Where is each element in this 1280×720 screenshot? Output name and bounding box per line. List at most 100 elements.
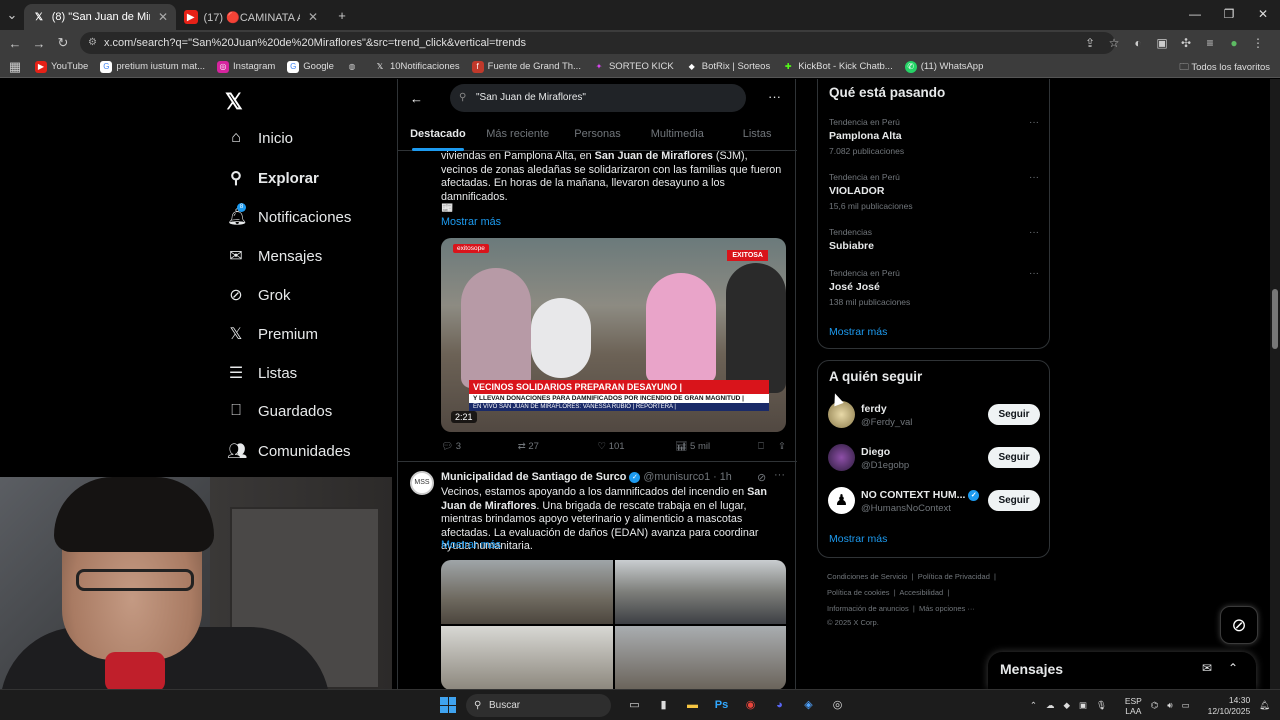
app-tray-icon[interactable]: ▣ — [1079, 700, 1087, 711]
footer-link[interactable]: Condiciones de Servicio — [827, 572, 907, 581]
grok-floating-button[interactable]: ⊘ — [1220, 606, 1258, 644]
app-tray-icon[interactable]: ◆ — [1063, 700, 1070, 711]
trends-show-more[interactable]: Mostrar más — [829, 326, 887, 338]
all-bookmarks-folder[interactable]: 🗀 Todos los favoritos — [1179, 60, 1270, 76]
trend-item[interactable]: Tendencia en Perú José José 138 mil publ… — [829, 268, 1039, 307]
avatar[interactable] — [828, 444, 855, 471]
nav-item-listas[interactable]: ☰ Listas — [227, 363, 297, 383]
chevron-up-icon[interactable]: ⌃ — [1228, 661, 1238, 675]
more-options-icon[interactable]: ··· — [774, 469, 785, 481]
browser-tab-x[interactable]: 𝕏 (8) "San Juan de Miraflores" - B ✕ — [24, 4, 176, 30]
tab-search-icon[interactable]: ⌄ — [0, 7, 24, 23]
footer-link[interactable]: Accesibilidad — [899, 588, 943, 597]
file-explorer-icon[interactable]: ▬ — [678, 695, 707, 716]
restore-icon[interactable]: ❐ — [1212, 0, 1246, 30]
install-app-icon[interactable]: ⇪ — [1078, 36, 1102, 50]
bookmark-10notificaciones[interactable]: 𝕏 10Notificaciones — [374, 61, 460, 73]
app-icon[interactable]: ▮ — [649, 695, 678, 716]
back-arrow-icon[interactable]: ← — [410, 91, 423, 106]
extension-icon[interactable]: ◐ — [1126, 36, 1150, 50]
apps-grid-icon[interactable]: ▦ — [3, 59, 27, 75]
new-tab-button[interactable]: + — [330, 8, 354, 23]
post-1-show-more[interactable]: Mostrar más — [441, 216, 501, 228]
windows-start-icon[interactable] — [440, 697, 456, 713]
footer-link[interactable]: Política de cookies — [827, 588, 890, 597]
avatar[interactable]: MSS — [410, 471, 434, 495]
extension-icon[interactable]: ▣ — [1150, 36, 1174, 50]
notifications-icon[interactable]: 🔔︎ — [1259, 700, 1270, 711]
footer-link[interactable]: Información de anuncios — [827, 604, 909, 613]
follow-suggestion[interactable]: ferdy @Ferdy_val Seguir — [828, 401, 1040, 431]
follow-suggestion[interactable]: ♟ NO CONTEXT HUM... ✓ @HumansNoContext S… — [828, 487, 1040, 517]
nav-item-guardados[interactable]: ⎕ Guardados — [227, 402, 332, 420]
nav-item-notificaciones[interactable]: 🔔︎ 8 Notificaciones — [227, 203, 351, 227]
bookmark-icon[interactable]: ⎕ — [758, 441, 778, 452]
scrollbar-thumb[interactable] — [1272, 289, 1278, 349]
trend-item[interactable]: Tendencia en Perú VIOLADOR 15,6 mil publ… — [829, 172, 1039, 211]
chevron-up-icon[interactable]: ⌃ — [1030, 700, 1037, 711]
reload-icon[interactable]: ↻ — [51, 35, 75, 51]
bookmark-google[interactable]: G Google — [287, 60, 334, 73]
browser-tab-youtube[interactable]: ▶ (17) 🔴CAMINATA A PALACIO ✕ — [176, 4, 326, 30]
post-photo[interactable] — [441, 626, 613, 689]
trend-item[interactable]: Tendencias Subiabre ··· — [829, 227, 1039, 252]
language-indicator[interactable]: ESP LAA — [1116, 696, 1142, 716]
footer-link[interactable]: Política de Privacidad — [918, 572, 990, 581]
more-options-icon[interactable]: ··· — [1029, 268, 1039, 279]
post-2-show-more[interactable]: Mostrar más — [441, 539, 501, 551]
tab-mas-reciente[interactable]: Más reciente — [478, 121, 558, 150]
close-icon[interactable]: ✕ — [158, 10, 168, 24]
share-icon[interactable]: ⇪ — [778, 441, 786, 452]
profile-avatar-icon[interactable]: ● — [1222, 36, 1246, 50]
bookmark-youtube[interactable]: ▶ YouTube — [35, 60, 88, 73]
clock[interactable]: 14:30 12/10/2025 — [1199, 695, 1251, 717]
menu-dots-icon[interactable]: ⋮ — [1246, 36, 1270, 50]
bookmark-star-icon[interactable]: ☆ — [1102, 36, 1126, 50]
bookmark-instagram[interactable]: ◎ Instagram — [217, 60, 275, 73]
follow-suggestion[interactable]: Diego @D1egobp Seguir — [828, 444, 1040, 474]
tab-personas[interactable]: Personas — [558, 121, 638, 150]
search-input[interactable]: ⚲ "San Juan de Miraflores" — [450, 84, 746, 112]
bookmark-kickbot[interactable]: ✚ KickBot - Kick Chatb... — [782, 61, 893, 73]
forward-icon[interactable]: → — [27, 36, 51, 51]
cloud-icon[interactable]: ☁ — [1046, 700, 1055, 711]
x-logo-icon[interactable]: 𝕏 — [225, 89, 243, 115]
trend-item[interactable]: Tendencia en Perú Pamplona Alta 7.082 pu… — [829, 117, 1039, 156]
follow-show-more[interactable]: Mostrar más — [829, 533, 887, 545]
tab-destacado[interactable]: Destacado — [398, 121, 478, 151]
footer-link[interactable]: Más opciones ··· — [919, 604, 975, 613]
bookmark-sorteo-kick[interactable]: ✦ SORTEO KICK — [593, 61, 674, 73]
avatar[interactable]: ♟ — [828, 487, 855, 514]
more-options-icon[interactable]: ··· — [1029, 117, 1039, 128]
address-bar[interactable]: ⚙ x.com/search?q="San%20Juan%20de%20Mira… — [80, 32, 1115, 54]
post-photo[interactable] — [441, 560, 613, 624]
taskbar-search[interactable]: ⚲ Buscar — [466, 694, 611, 717]
nav-item-grok[interactable]: ⊘ Grok — [227, 285, 290, 305]
more-options-icon[interactable]: ··· — [1029, 172, 1039, 183]
extensions-puzzle-icon[interactable]: ✣ — [1174, 36, 1198, 50]
site-info-icon[interactable]: ⚙ — [88, 32, 97, 54]
post-1-video[interactable]: exitosope EXITOSA VECINOS SOLIDARIOS PRE… — [441, 238, 786, 432]
more-options-icon[interactable]: ··· — [768, 89, 781, 104]
nav-item-mensajes[interactable]: ✉ Mensajes — [227, 246, 322, 266]
messages-drawer[interactable]: Mensajes ✉ ⌃ — [988, 652, 1256, 689]
avatar[interactable] — [828, 401, 855, 428]
follow-button[interactable]: Seguir — [988, 490, 1040, 511]
tab-listas[interactable]: Listas — [717, 121, 797, 150]
post-photo[interactable] — [614, 560, 786, 624]
follow-button[interactable]: Seguir — [988, 447, 1040, 468]
app-icon[interactable]: ◈ — [794, 695, 823, 716]
follow-button[interactable]: Seguir — [988, 404, 1040, 425]
post-photo[interactable] — [614, 626, 786, 689]
post-2-author[interactable]: Municipalidad de Santiago de Surco — [441, 471, 626, 483]
volume-icon[interactable]: 🔊︎ — [1167, 700, 1172, 711]
more-options-icon[interactable]: ··· — [1029, 227, 1039, 238]
bookmark-whatsapp[interactable]: ✆ (11) WhatsApp — [904, 60, 983, 73]
bookmark-globe[interactable]: ◍ — [346, 61, 362, 73]
close-window-icon[interactable]: ✕ — [1246, 0, 1280, 30]
back-icon[interactable]: ← — [3, 36, 27, 51]
reply-button[interactable]: 💬︎ 3 — [441, 441, 518, 452]
minimize-icon[interactable]: — — [1178, 0, 1212, 30]
views-button[interactable]: 📊︎ 5 mil — [675, 441, 758, 452]
nav-item-explorar[interactable]: ⚲ Explorar — [227, 168, 319, 188]
